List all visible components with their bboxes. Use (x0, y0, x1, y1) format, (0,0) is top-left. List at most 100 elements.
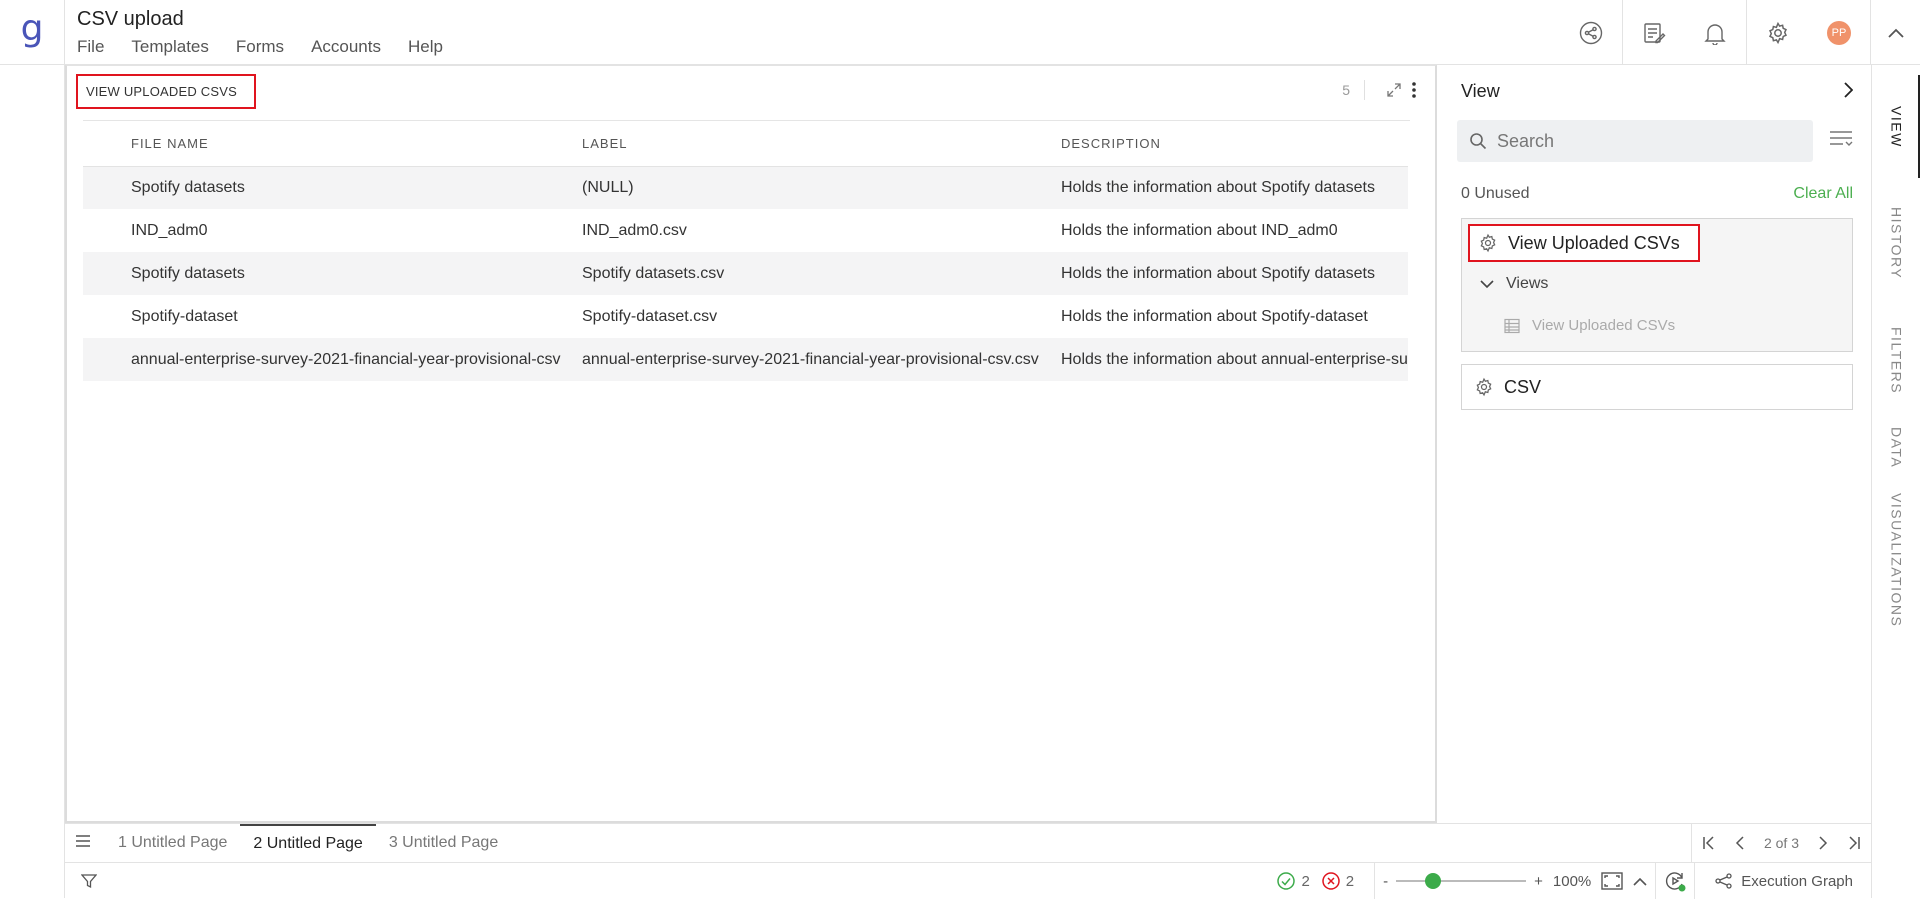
row-spacer (83, 295, 123, 338)
search-box (1457, 120, 1813, 162)
zoom-control: - + 100% (1383, 872, 1647, 890)
error-status[interactable]: 2 (1322, 872, 1354, 890)
zoom-slider[interactable] (1396, 873, 1527, 889)
app-logo[interactable]: g (0, 0, 65, 65)
tab-history[interactable]: HISTORY (1872, 183, 1920, 303)
dataset-card-title: View Uploaded CSVs (1508, 232, 1680, 253)
document-title: CSV upload (77, 8, 184, 30)
panel-divider (83, 120, 1410, 121)
table-icon (1504, 318, 1520, 333)
logo-letter: g (20, 7, 44, 49)
panel-tools: 5 (1342, 80, 1417, 100)
main-panel: VIEW UPLOADED CSVS 5 FILE NAME LABEL DES… (65, 65, 1437, 823)
cell-label: (NULL) (574, 166, 1053, 209)
page-tab-3[interactable]: 3 Untitled Page (376, 824, 511, 862)
column-header-label[interactable]: LABEL (574, 122, 1053, 167)
filter-list-icon (1830, 131, 1853, 146)
last-page-icon[interactable] (1847, 836, 1861, 850)
page-tabs-bar: 1 Untitled Page 2 Untitled Page 3 Untitl… (65, 823, 1871, 862)
dataset-gear-icon (1480, 233, 1496, 253)
cell-label: IND_adm0.csv (582, 221, 687, 239)
row-spacer (83, 209, 123, 252)
panel-title: VIEW UPLOADED CSVS (76, 74, 256, 109)
column-header-file-name[interactable]: FILE NAME (123, 122, 574, 167)
edit-notes-icon (1643, 22, 1665, 43)
success-count: 2 (1301, 872, 1310, 890)
more-options-button[interactable] (1411, 81, 1417, 99)
execution-graph-button[interactable]: Execution Graph (1703, 873, 1871, 890)
view-panel: View 0 Unused Clear All View Uploaded CS… (1439, 65, 1871, 823)
fit-screen-icon[interactable] (1601, 872, 1623, 890)
success-status[interactable]: 2 (1277, 872, 1310, 890)
column-header-description[interactable]: DESCRIPTION (1053, 122, 1408, 167)
table-row[interactable]: Spotify-dataset Spotify-dataset.csv Hold… (83, 295, 1408, 338)
dataset-card-csv[interactable]: CSV (1461, 364, 1853, 410)
error-circle-icon (1322, 872, 1340, 890)
views-group-toggle[interactable]: Views (1480, 275, 1548, 293)
collapse-header-button[interactable] (1870, 0, 1920, 65)
settings-button[interactable] (1746, 0, 1808, 65)
page-navigation: 2 of 3 (1691, 824, 1871, 862)
table-row[interactable]: annual-enterprise-survey-2021-financial-… (83, 338, 1408, 381)
view-item[interactable]: View Uploaded CSVs (1504, 317, 1675, 334)
dataset-card-header[interactable]: View Uploaded CSVs (1468, 224, 1700, 262)
table-row[interactable]: Spotify datasets (NULL) Holds the inform… (83, 166, 1408, 209)
page-tab-1[interactable]: 1 Untitled Page (105, 824, 240, 862)
next-page-icon[interactable] (1818, 836, 1828, 850)
zoom-track (1396, 880, 1527, 882)
menu-accounts[interactable]: Accounts (311, 37, 381, 57)
list-filter-button[interactable] (1829, 129, 1853, 154)
graph-nodes-icon (1715, 873, 1732, 889)
table-row[interactable]: Spotify datasets Spotify datasets.csv Ho… (83, 252, 1408, 295)
global-filter-button[interactable] (80, 873, 98, 894)
row-spacer (83, 166, 123, 209)
share-icon (1579, 21, 1603, 44)
funnel-icon (80, 874, 98, 889)
execution-graph-label: Execution Graph (1741, 872, 1853, 890)
zoom-in-button[interactable]: + (1534, 873, 1543, 890)
page-tabs: 1 Untitled Page 2 Untitled Page 3 Untitl… (105, 824, 511, 862)
close-panel-button[interactable] (1843, 82, 1854, 103)
left-rail (0, 65, 65, 898)
tab-filters[interactable]: FILTERS (1872, 313, 1920, 408)
cell-file-name: Spotify-dataset (131, 307, 238, 325)
row-spacer (83, 338, 123, 381)
refresh-run-icon[interactable] (1664, 870, 1686, 892)
gear-icon (1768, 21, 1787, 44)
pages-menu-button[interactable] (75, 834, 91, 853)
tab-data[interactable]: DATA (1872, 410, 1920, 485)
zoom-out-button[interactable]: - (1383, 873, 1388, 890)
dataset-card-view-uploaded-csvs: View Uploaded CSVs Views View Uploaded C… (1461, 218, 1853, 352)
expand-button[interactable] (1387, 83, 1401, 97)
menu-help[interactable]: Help (408, 37, 443, 57)
tab-visualizations[interactable]: VISUALIZATIONS (1872, 485, 1920, 635)
tools-divider (1364, 80, 1365, 100)
expand-icon (1387, 83, 1401, 97)
user-menu-button[interactable]: PP (1808, 0, 1870, 65)
menu-bar: File Templates Forms Accounts Help (77, 37, 470, 57)
menu-forms[interactable]: Forms (236, 37, 284, 57)
menu-templates[interactable]: Templates (131, 37, 208, 57)
error-count: 2 (1345, 872, 1355, 890)
dataset-gear-icon (1476, 377, 1492, 397)
table-row[interactable]: IND_adm0 IND_adm0.csv Holds the informat… (83, 209, 1408, 252)
first-page-icon[interactable] (1702, 836, 1716, 850)
data-table: FILE NAME LABEL DESCRIPTION Spotify data… (83, 122, 1408, 381)
chevron-up-icon[interactable] (1633, 877, 1647, 886)
clear-all-link[interactable]: Clear All (1793, 185, 1853, 203)
search-input[interactable] (1497, 130, 1797, 152)
previous-page-icon[interactable] (1735, 836, 1745, 850)
menu-file[interactable]: File (77, 37, 104, 57)
page-tab-2[interactable]: 2 Untitled Page (240, 824, 376, 862)
cell-description: Holds the information about annual-enter… (1053, 338, 1408, 381)
status-divider (1655, 863, 1657, 899)
zoom-knob[interactable] (1425, 873, 1442, 889)
notifications-button[interactable] (1684, 0, 1746, 65)
share-button[interactable] (1560, 0, 1622, 65)
tab-visualizations-label: VISUALIZATIONS (1888, 492, 1905, 628)
view-item-label: View Uploaded CSVs (1532, 317, 1676, 334)
cell-description: Holds the information about IND_adm0 (1061, 221, 1338, 239)
tab-view[interactable]: VIEW (1872, 75, 1920, 178)
cell-file-name: Spotify datasets (123, 252, 574, 295)
edit-notes-button[interactable] (1622, 0, 1684, 65)
